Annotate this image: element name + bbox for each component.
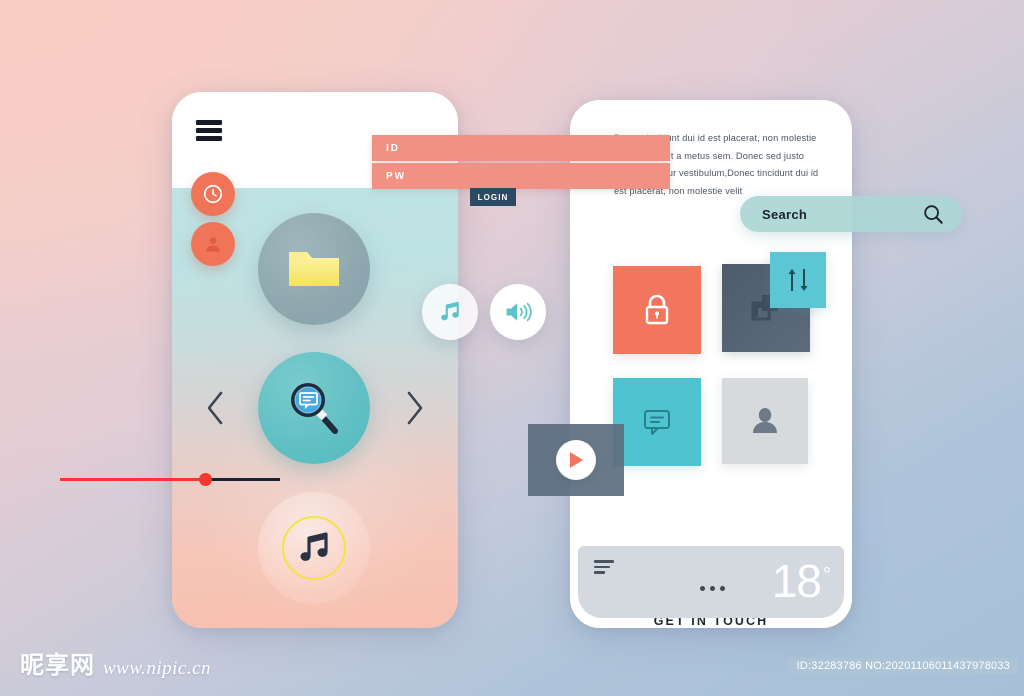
degree-symbol: °: [823, 563, 831, 586]
transfer-arrows-icon: [788, 269, 808, 291]
more-dots-icon[interactable]: [700, 586, 725, 591]
password-field[interactable]: PW: [372, 163, 670, 189]
id-field[interactable]: ID: [372, 135, 670, 161]
watermark-url: www.nipic.cn: [103, 658, 212, 679]
temperature-display: 18 °: [771, 555, 831, 607]
folder-icon: [289, 252, 339, 286]
user-icon: [206, 237, 220, 252]
search-bar[interactable]: Search: [740, 196, 962, 232]
play-button[interactable]: [556, 440, 596, 480]
speaker-float-button[interactable]: [490, 284, 546, 340]
clock-button[interactable]: [191, 172, 235, 216]
music-circle[interactable]: [258, 492, 370, 604]
chevron-left-icon[interactable]: [204, 390, 226, 426]
search-circle[interactable]: [258, 352, 370, 464]
watermark-id: ID:32283786 NO:20201106011437978033: [788, 658, 1018, 674]
tile-sync[interactable]: [770, 252, 826, 308]
watermark-brand: 昵享网: [20, 651, 95, 679]
lock-icon: [645, 294, 669, 325]
user-button[interactable]: [191, 222, 235, 266]
align-lines-icon[interactable]: [594, 560, 614, 577]
chevron-right-icon[interactable]: [404, 390, 426, 426]
music-note-icon: [441, 301, 459, 321]
slider-track-filled: [60, 478, 206, 481]
search-input[interactable]: Search: [762, 207, 807, 222]
search-icon[interactable]: [922, 203, 944, 225]
tile-person[interactable]: [722, 378, 808, 464]
music-float-button[interactable]: [422, 284, 478, 340]
pw-label: PW: [386, 170, 407, 182]
tile-lock[interactable]: [613, 266, 701, 354]
temperature-value: 18: [771, 555, 822, 607]
login-button[interactable]: LOGIN: [470, 188, 516, 206]
clock-icon: [203, 184, 223, 204]
weather-bottom-bar: 18 °: [578, 546, 844, 618]
tile-chat[interactable]: [613, 378, 701, 466]
speaker-icon: [506, 302, 532, 322]
slider-track-remaining: [206, 478, 280, 481]
music-note-icon: [300, 532, 328, 561]
slider-knob[interactable]: [199, 473, 212, 486]
magnifier-chat-icon: [291, 383, 338, 434]
progress-slider[interactable]: [60, 470, 280, 488]
person-icon: [753, 408, 777, 433]
screenshot-canvas: ID PW LOGIN Donec tincidunt dui id est p…: [0, 0, 1024, 696]
folder-circle[interactable]: [258, 213, 370, 325]
play-icon: [570, 452, 583, 468]
site-watermark: 昵享网 www.nipic.cn: [20, 645, 211, 680]
id-label: ID: [386, 142, 400, 154]
chat-bubble-icon: [644, 410, 670, 435]
